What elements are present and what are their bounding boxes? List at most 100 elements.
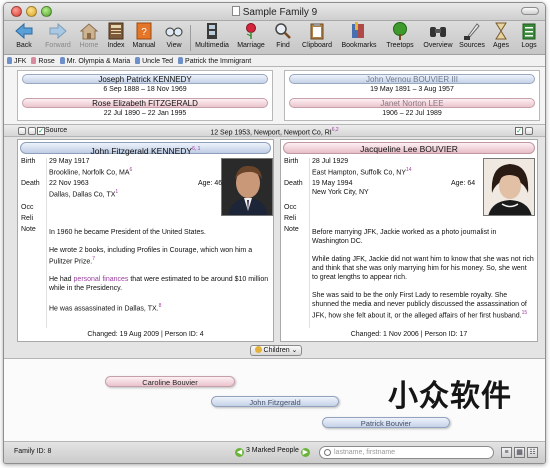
- right-source-checkbox[interactable]: ✓: [515, 127, 523, 135]
- search-field[interactable]: lastname, firstname: [319, 446, 494, 459]
- wife-death-date[interactable]: 19 May 1994: [312, 180, 352, 187]
- previous-marked-icon[interactable]: ◀: [235, 448, 244, 457]
- husband-name-header[interactable]: John Fitzgerald KENNEDY6, 1: [20, 142, 271, 156]
- clipboard-button[interactable]: Clipboard: [298, 22, 336, 54]
- forward-button[interactable]: Forward: [41, 22, 75, 54]
- note-label: Note: [284, 226, 299, 233]
- husband-mother-name[interactable]: Rose Elizabeth FITZGERALD: [22, 98, 268, 108]
- right-source-menu-icon[interactable]: [525, 127, 533, 135]
- bookmark-rose[interactable]: Rose: [31, 57, 55, 65]
- husband-name-refs[interactable]: 6, 1: [192, 146, 200, 152]
- multimedia-button[interactable]: Multimedia: [192, 22, 232, 54]
- ages-label: Ages: [493, 42, 509, 49]
- death-label: Death: [21, 180, 40, 187]
- wife-note-paragraph: Before marrying JFK, Jackie worked as a …: [312, 229, 497, 245]
- marriage-source-refs[interactable]: 6,2: [332, 127, 339, 133]
- status-bar: Family ID: 8 ◀ 3 Marked People ▶ lastnam…: [4, 443, 545, 463]
- bookmark-uncle-ted[interactable]: Uncle Ted: [135, 57, 173, 65]
- hourglass-icon: [495, 22, 507, 40]
- marriage-button[interactable]: Marriage: [234, 22, 268, 54]
- male-person-icon: [135, 57, 141, 64]
- next-marked-icon[interactable]: ▶: [300, 448, 310, 457]
- title-bar: Sample Family 9: [4, 3, 545, 21]
- ages-button[interactable]: Ages: [488, 22, 514, 54]
- grid-view-icon[interactable]: ▦: [514, 447, 525, 458]
- window-title: Sample Family 9: [242, 7, 318, 18]
- wife-note-text: She was said to be the only First Lady t…: [312, 292, 527, 320]
- husband-birth-place[interactable]: Brookline, Norfolk Co, MA: [49, 169, 130, 176]
- home-label: Home: [79, 42, 99, 49]
- wife-birth-ref[interactable]: 14: [406, 167, 412, 173]
- manual-button[interactable]: ? Manual: [129, 22, 159, 54]
- watermark-text: 小众软件: [388, 379, 512, 414]
- marked-people[interactable]: ◀ 3 Marked People ▶: [235, 447, 310, 457]
- wife-photo[interactable]: [483, 158, 535, 216]
- children-button[interactable]: Children ⌄: [250, 345, 302, 356]
- wife-note[interactable]: Before marrying JFK, Jackie worked as a …: [312, 228, 534, 329]
- list-view-icon[interactable]: ≡: [501, 447, 512, 458]
- view-button[interactable]: View: [159, 22, 189, 54]
- female-person-icon: [31, 57, 37, 64]
- index-label: Index: [107, 42, 125, 49]
- home-button[interactable]: Home: [75, 22, 103, 54]
- wife-changed-info: Changed: 1 Nov 2006 | Person ID: 17: [350, 331, 468, 338]
- logs-button[interactable]: Logs: [515, 22, 543, 54]
- wife-note-ref[interactable]: 15: [522, 310, 528, 316]
- husband-death-ref[interactable]: 1: [115, 189, 118, 195]
- husband-father-name[interactable]: Joseph Patrick KENNEDY: [22, 74, 268, 84]
- husband-note-ref[interactable]: 7: [92, 256, 95, 262]
- bookmark-patrick[interactable]: Patrick the Immigrant: [178, 57, 251, 65]
- bookmark-olympia-maria[interactable]: Mr. Olympia & Maria: [59, 57, 130, 65]
- find-label: Find: [276, 42, 290, 49]
- view-label: View: [166, 42, 182, 49]
- overview-button[interactable]: Overview: [420, 22, 456, 54]
- wife-father-name[interactable]: John Vernou BOUVIER III: [289, 74, 535, 84]
- app-window: Sample Family 9 Back Forward Home Index …: [3, 2, 546, 464]
- wife-birth-place[interactable]: East Hampton, Suffolk Co, NY: [312, 169, 406, 176]
- husband-parents-box: Joseph Patrick KENNEDY 6 Sep 1888 – 18 N…: [17, 70, 273, 121]
- bookmark-jfk[interactable]: JFK: [7, 57, 26, 65]
- husband-photo[interactable]: [221, 158, 273, 216]
- binoculars-icon: [430, 27, 446, 37]
- husband-death-place[interactable]: Dallas, Dallas Co, TX: [49, 191, 115, 198]
- back-button[interactable]: Back: [7, 22, 41, 54]
- family-id: Family ID: 8: [14, 448, 52, 455]
- wife-age: Age: 64: [451, 180, 476, 187]
- husband-birth-date[interactable]: 29 May 1917: [49, 158, 89, 165]
- forward-label: Forward: [45, 42, 71, 49]
- toolbar-toggle-button[interactable]: [521, 7, 539, 15]
- husband-age: Age: 46: [198, 180, 223, 187]
- husband-note[interactable]: In 1960 he became President of the Unite…: [49, 228, 269, 323]
- sources-button[interactable]: Sources: [457, 22, 487, 54]
- multimedia-label: Multimedia: [195, 42, 229, 49]
- add-child-icon: [254, 346, 262, 353]
- tree-view-icon[interactable]: ☷: [527, 447, 538, 458]
- husband-note-paragraph: He wrote 2 books, including Profiles in …: [49, 246, 269, 266]
- find-button[interactable]: Find: [270, 22, 296, 54]
- husband-changed-info: Changed: 19 Aug 2009 | Person ID: 4: [87, 331, 204, 338]
- child-caroline[interactable]: Caroline Bouvier: [105, 376, 235, 387]
- husband-note-paragraph: He was assassinated in Dallas, TX.8: [49, 302, 269, 313]
- couple-icon: [59, 57, 65, 64]
- husband-birth-ref[interactable]: 6: [130, 167, 133, 173]
- child-john[interactable]: John Fitzgerald: [211, 396, 339, 407]
- treetops-button[interactable]: Treetops: [382, 22, 418, 54]
- marriage-source-info: 12 Sep 1953, Newport, Newport Co, RI6,2: [4, 127, 545, 136]
- wife-mother-name[interactable]: Janet Norton LEE: [289, 98, 535, 108]
- bookmarks-button[interactable]: Bookmarks: [338, 22, 380, 54]
- children-area: Caroline Bouvier John Fitzgerald Patrick…: [4, 358, 545, 442]
- husband-note-text: He was assassinated in Dallas, TX.: [49, 305, 159, 313]
- back-label: Back: [16, 42, 32, 49]
- index-button[interactable]: Index: [103, 22, 129, 54]
- husband-note-ref[interactable]: 8: [159, 303, 162, 309]
- personal-finances-link[interactable]: personal finances: [74, 276, 129, 283]
- wife-death-place[interactable]: New York City, NY: [312, 189, 369, 196]
- wife-birth-date[interactable]: 28 Jul 1929: [312, 158, 348, 165]
- overview-label: Overview: [423, 42, 453, 49]
- husband-death-date[interactable]: 22 Nov 1963: [49, 180, 89, 187]
- child-patrick[interactable]: Patrick Bouvier: [322, 417, 450, 428]
- marriage-date-place: 12 Sep 1953, Newport, Newport Co, RI: [210, 129, 332, 137]
- wife-name-header[interactable]: Jacqueline Lee BOUVIER: [283, 142, 535, 154]
- death-label: Death: [284, 180, 303, 187]
- magnifier-icon: [275, 23, 291, 39]
